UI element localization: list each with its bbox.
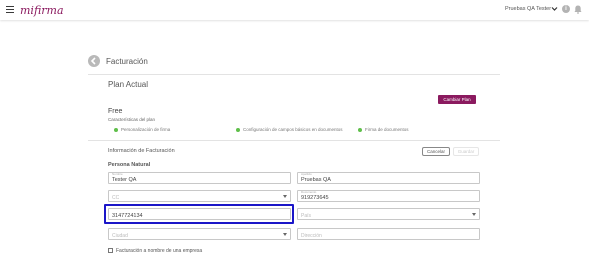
bell-icon[interactable] <box>574 5 582 14</box>
user-name[interactable]: Pruebas QA Tester <box>505 6 551 12</box>
country-select[interactable]: País <box>297 208 480 220</box>
plan-subtitle: Características del plan <box>108 117 156 122</box>
plan-feature: Personalización de firma <box>114 127 170 132</box>
save-button[interactable]: Guardar <box>453 147 479 156</box>
divider <box>88 140 500 141</box>
plan-feature: Configuración de campos básicos en docum… <box>236 127 343 132</box>
svg-text:mifirma: mifirma <box>20 4 64 17</box>
page-title: Facturación <box>106 57 148 66</box>
plan-feature: Firma de documentos <box>358 127 409 132</box>
person-type-label: Persona Natural <box>108 162 151 168</box>
plan-section-title: Plan Actual <box>108 80 149 89</box>
top-bar: mifirma Pruebas QA Tester i <box>0 0 589 20</box>
company-billing-label[interactable]: Facturación a nombre de una empresa <box>116 248 202 254</box>
address-field[interactable]: Dirección <box>297 228 480 240</box>
phone-field[interactable]: 3147724134 <box>108 208 291 220</box>
cancel-button[interactable]: Cancelar <box>422 147 450 156</box>
divider <box>88 74 500 75</box>
back-arrow-icon[interactable] <box>88 55 100 67</box>
company-billing-checkbox[interactable] <box>108 248 113 253</box>
check-dot-icon <box>358 127 362 132</box>
first-name-field[interactable]: Nombre Tester QA <box>108 172 291 184</box>
last-name-field[interactable]: Apellido Pruebas QA <box>297 172 480 184</box>
dropdown-arrow-icon <box>472 213 476 216</box>
plan-name: Free <box>108 108 123 115</box>
dropdown-arrow-icon <box>283 195 287 198</box>
logo[interactable]: mifirma <box>20 3 68 17</box>
menu-icon[interactable] <box>6 6 14 14</box>
billing-section-title: Información de Facturación <box>108 148 175 154</box>
info-icon[interactable]: i <box>562 5 570 13</box>
dropdown-arrow-icon <box>283 233 287 236</box>
id-type-select[interactable]: CC <box>108 190 291 202</box>
change-plan-button[interactable]: Cambiar Plan <box>438 95 476 104</box>
check-dot-icon <box>114 127 118 132</box>
check-dot-icon <box>236 127 240 132</box>
document-field[interactable]: Documento 919273645 <box>297 190 480 202</box>
city-select[interactable]: Ciudad <box>108 228 291 240</box>
chevron-down-icon[interactable] <box>551 6 558 12</box>
